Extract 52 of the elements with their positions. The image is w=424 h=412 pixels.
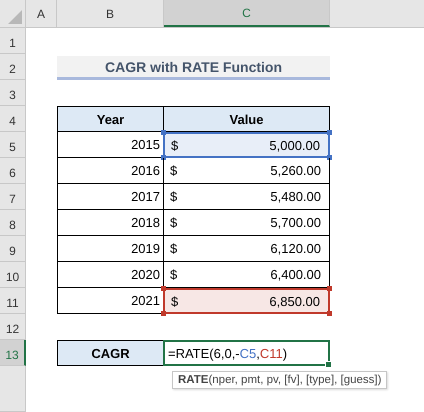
table-cell: 2020 xyxy=(57,262,164,288)
amount-text: 6,120.00 xyxy=(270,241,321,256)
currency-sign: $ xyxy=(170,215,178,230)
row-header[interactable]: 6 xyxy=(0,158,26,184)
row-header[interactable]: 5 xyxy=(0,132,26,158)
cagr-label: CAGR xyxy=(57,340,164,366)
table-cell: 2018 xyxy=(57,210,164,236)
amount-text: 5,480.00 xyxy=(270,189,321,204)
row-header[interactable]: 11 xyxy=(0,288,26,314)
selection-handle[interactable] xyxy=(161,286,166,291)
selection-handle[interactable] xyxy=(161,130,166,135)
row-header[interactable]: 1 xyxy=(0,28,26,54)
currency-sign: $ xyxy=(170,189,178,204)
row-header-strip xyxy=(0,366,26,412)
column-heading: Value xyxy=(164,106,330,132)
select-all-icon[interactable] xyxy=(8,10,22,24)
amount-text: 6,400.00 xyxy=(270,267,321,282)
row-header[interactable]: 3 xyxy=(0,80,26,106)
selection-handle[interactable] xyxy=(327,130,332,135)
column-header[interactable]: C xyxy=(164,0,330,27)
table-cell: 2016 xyxy=(57,158,164,184)
sheet-title: CAGR with RATE Function xyxy=(57,56,330,80)
row-header[interactable]: 8 xyxy=(0,210,26,236)
formula-text: =RATE(6,0,-C5,C11) xyxy=(168,346,288,360)
formula-cell[interactable]: =RATE(6,0,-C5,C11) xyxy=(163,340,330,366)
selection-handle[interactable] xyxy=(327,286,332,291)
row-header[interactable]: 10 xyxy=(0,262,26,288)
currency-sign: $ xyxy=(170,241,178,256)
selection-handle[interactable] xyxy=(327,155,332,160)
row-header[interactable]: 12 xyxy=(0,314,26,340)
amount-text: 5,000.00 xyxy=(269,138,320,152)
row-header[interactable]: 7 xyxy=(0,184,26,210)
row-header[interactable]: 4 xyxy=(0,106,26,132)
fill-handle[interactable] xyxy=(325,361,332,368)
row-header[interactable]: 9 xyxy=(0,236,26,262)
amount-text: 5,700.00 xyxy=(270,215,321,230)
selection-handle[interactable] xyxy=(161,311,166,316)
function-tooltip: RATE(nper, pmt, pv, [fv], [type], [guess]) xyxy=(172,371,388,389)
row-header[interactable]: 2 xyxy=(0,54,26,80)
row-header[interactable]: 13 xyxy=(0,340,26,366)
selection-handle[interactable] xyxy=(161,155,166,160)
amount-text: 6,850.00 xyxy=(269,294,320,308)
currency-sign: $ xyxy=(170,267,178,282)
table-cell: 2019 xyxy=(57,236,164,262)
currency-sign: $ xyxy=(170,163,178,178)
column-header[interactable]: A xyxy=(26,0,57,27)
currency-sign: $ xyxy=(171,294,178,308)
column-heading: Year xyxy=(57,106,164,132)
table-cell: 2017 xyxy=(57,184,164,210)
currency-sign: $ xyxy=(171,138,178,152)
amount-text: 5,260.00 xyxy=(270,163,321,178)
selection-handle[interactable] xyxy=(327,311,332,316)
